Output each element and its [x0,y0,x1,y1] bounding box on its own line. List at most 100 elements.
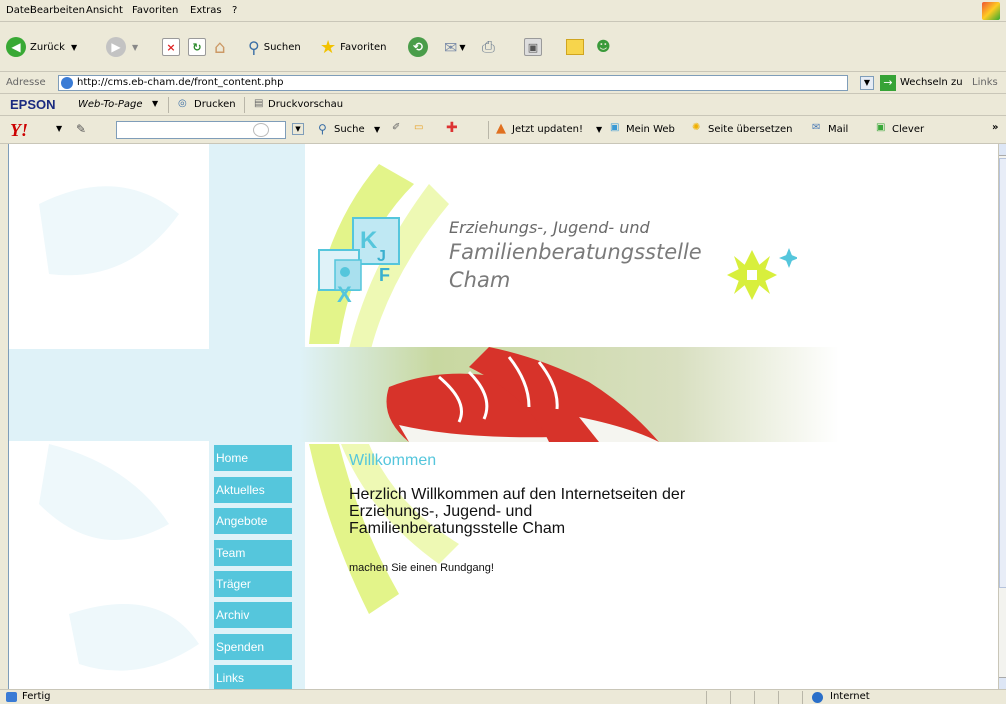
forward-arrow-icon: ▶ [106,37,126,57]
back-button[interactable]: ◀ Zurück ▼ [6,29,77,65]
favorites-button[interactable]: ★ Favoriten [320,29,386,65]
menu-favoriten[interactable]: Favoriten [132,5,178,16]
kjf-logo: K J F X [318,217,400,306]
menu-bar: Datei Bearbeiten Ansicht Favoriten Extra… [0,0,1006,22]
go-button[interactable]: Wechseln zu [900,77,963,88]
back-arrow-icon: ◀ [6,37,26,57]
browser-window: Datei Bearbeiten Ansicht Favoriten Extra… [0,0,1006,704]
menu-extras[interactable]: Extras [190,5,222,16]
dropdown-arrow-icon: ▼ [152,99,159,108]
printer-icon: ⎙ [482,37,495,56]
scroll-down-icon[interactable] [999,677,1006,689]
nav-spenden[interactable]: Spenden [214,634,292,660]
vertical-scrollbar[interactable] [998,144,1006,689]
page-icon [61,77,73,89]
menu-datei[interactable]: Datei [6,5,33,16]
home-button[interactable]: ⌂ [214,29,225,65]
separator [168,97,169,113]
back-label: Zurück [30,41,65,53]
refresh-button[interactable]: ↻ [188,29,206,65]
forward-button[interactable]: ▶ ▼ [106,29,138,65]
nav-links[interactable]: Links [214,665,292,689]
search-button[interactable]: ⚲ Suchen [248,29,301,65]
dropdown-arrow-icon: ▼ [132,42,139,52]
internet-globe-icon [812,692,823,703]
address-label: Adresse [6,77,46,88]
standard-toolbar: ◀ Zurück ▼ ▶ ▼ × ↻ ⌂ ⚲ Suchen ★ Favorite… [0,22,1006,72]
history-icon: ⟲ [408,37,428,57]
separator [730,691,731,704]
my-web-button[interactable]: Mein Web [626,124,675,135]
menu-ansicht[interactable]: Ansicht [86,5,123,16]
mail-button[interactable]: ✉ ▼ [444,29,466,65]
epson-preview-button[interactable]: Druckvorschau [268,99,343,110]
print-globe-icon: ◎ [178,98,187,109]
svg-text:F: F [379,265,390,285]
svg-text:X: X [337,282,352,306]
nav-angebote[interactable]: Angebote [214,508,292,534]
warning-icon: ▲ [496,121,506,136]
messenger-button[interactable]: ☻ [596,29,611,65]
scroll-thumb[interactable] [999,158,1006,588]
nav-archiv[interactable]: Archiv [214,602,292,628]
separator [802,691,803,704]
nav-team[interactable]: Team [214,540,292,566]
address-input[interactable]: http://cms.eb-cham.de/front_content.php [58,75,848,91]
epson-toolbar: EPSON Web-To-Page ▼ ◎ Drucken ▤ Druckvor… [0,94,1006,116]
notes-icon [566,39,584,55]
history-button[interactable]: ⟲ [408,29,428,65]
page-viewport: K J F X Erziehungs-, Jugend- und Familie… [8,144,998,689]
nav-aktuelles[interactable]: Aktuelles [214,477,292,503]
search-dropdown-icon[interactable]: ▼ [292,123,304,135]
search-label: Suchen [263,41,301,53]
dropdown-arrow-icon: ▼ [459,42,466,52]
search-icon: ⚲ [248,37,260,57]
dropdown-arrow-icon: ▼ [70,42,78,52]
caritas-cross-logo [727,248,797,300]
edit-button[interactable]: ▣ [524,29,542,65]
yahoo-toolbar: Y! ▼ ✎ ▼ ⚲ Suche ▼ ✐ ▭ ✚ ▲ Jetzt updaten… [0,116,1006,144]
intro-line-2: Erziehungs-, Jugend- und [349,503,533,520]
nav-home[interactable]: Home [214,445,292,471]
mail-button[interactable]: Mail [828,124,848,135]
go-arrow-icon[interactable]: → [880,75,896,91]
print-button[interactable]: ⎙ [482,29,495,65]
web-to-page-button[interactable]: Web-To-Page [78,99,143,110]
translate-icon: ✺ [692,122,701,133]
dropdown-arrow-icon: ▼ [374,125,381,134]
pencil-icon[interactable]: ✎ [76,122,86,136]
search-icon: ⚲ [318,122,327,136]
links-button[interactable]: Links [972,77,998,88]
address-dropdown-icon[interactable]: ▼ [860,76,874,90]
nav-traeger[interactable]: Träger [214,571,292,597]
refresh-icon: ↻ [188,38,206,56]
site-title-line-3: Cham [449,268,511,292]
yahoo-search-button[interactable]: Suche [334,124,365,135]
address-url: http://cms.eb-cham.de/front_content.php [77,77,284,88]
epson-print-button[interactable]: Drucken [194,99,236,110]
update-button[interactable]: Jetzt updaten! [512,124,583,135]
more-chevron-icon[interactable]: » [992,122,998,133]
stop-button[interactable]: × [162,29,180,65]
my-web-icon: ▣ [610,122,620,133]
dropdown-arrow-icon: ▼ [56,124,63,133]
menu-bearbeiten[interactable]: Bearbeiten [30,5,85,16]
yahoo-logo[interactable]: Y! [10,120,28,141]
highlight-pen-icon[interactable]: ✐ [392,122,400,133]
scroll-up-icon[interactable] [999,144,1006,156]
antispy-icon[interactable]: ✚ [446,120,458,136]
address-bar: Adresse http://cms.eb-cham.de/front_cont… [0,72,1006,94]
notes-button[interactable] [566,29,584,65]
menu-help[interactable]: ? [232,5,237,16]
edit-icon: ▣ [524,38,542,56]
status-bar: Fertig Internet [0,689,1006,704]
separator [488,121,489,139]
form-icon[interactable]: ▭ [414,122,423,133]
intro-line-3: Familienberatungsstelle Cham [349,520,566,537]
translate-button[interactable]: Seite übersetzen [708,124,793,135]
stop-icon: × [162,38,180,56]
yahoo-search-input[interactable] [116,121,286,139]
svg-text:K: K [360,227,378,254]
favorites-label: Favoriten [340,41,387,53]
clever-button[interactable]: Clever [892,124,924,135]
